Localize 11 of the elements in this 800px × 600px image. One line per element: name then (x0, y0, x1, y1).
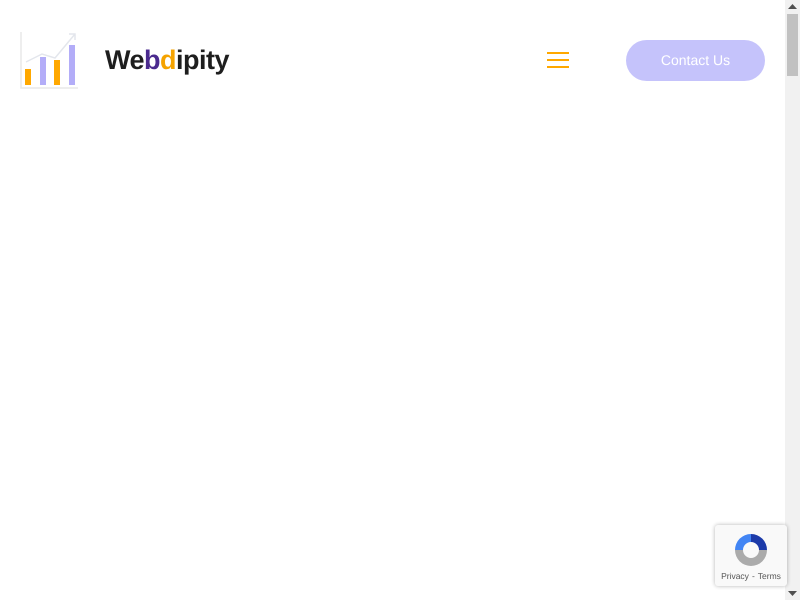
scroll-down-icon[interactable] (788, 591, 797, 597)
logo-icon (20, 30, 80, 90)
menu-icon[interactable] (547, 51, 569, 69)
privacy-link[interactable]: Privacy (721, 570, 749, 583)
separator: - (752, 570, 755, 583)
brand-name[interactable]: Webdipity (105, 40, 230, 80)
scroll-up-icon[interactable] (788, 3, 797, 9)
scrollbar-thumb[interactable] (787, 14, 798, 76)
recaptcha-icon (733, 532, 769, 568)
scrollbar[interactable] (785, 0, 800, 600)
terms-link[interactable]: Terms (758, 570, 781, 583)
